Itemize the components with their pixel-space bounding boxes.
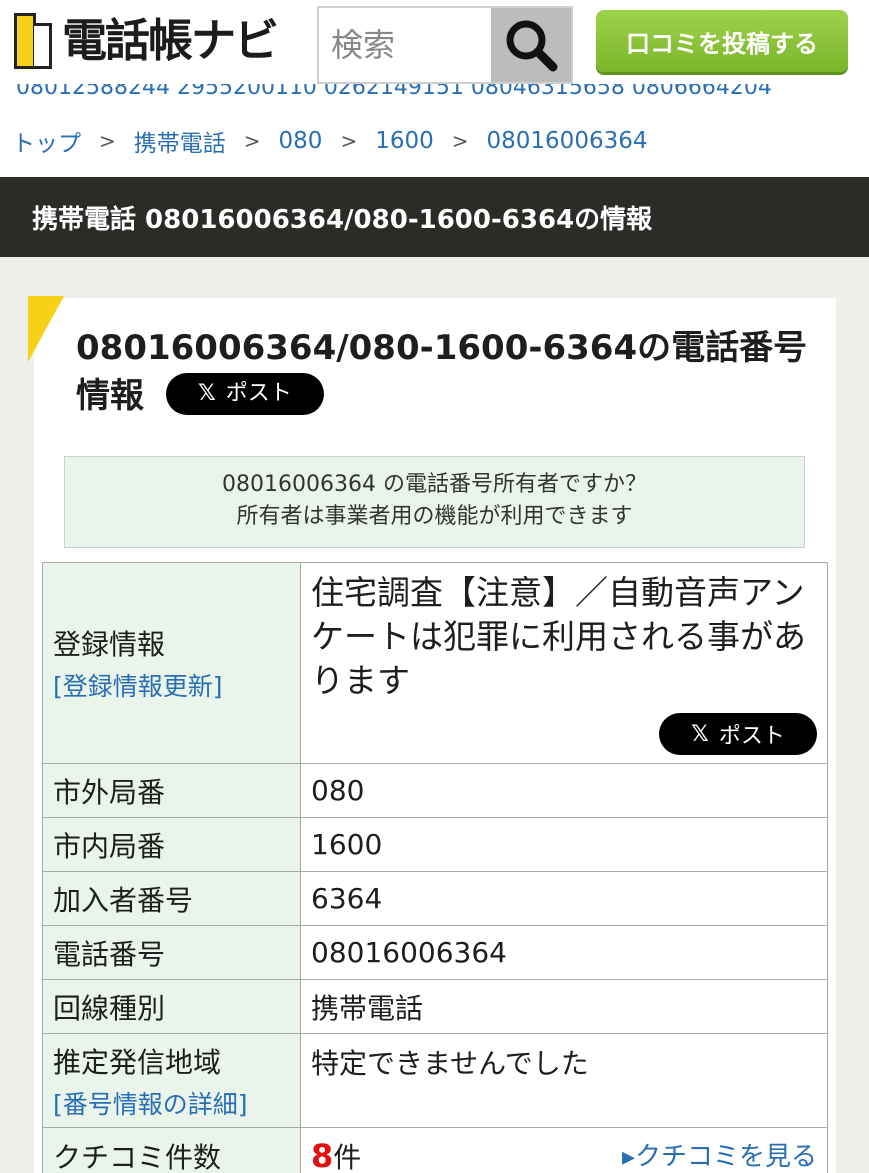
subscriber-value: 6364 <box>300 871 828 926</box>
table-row: 推定発信地域 [番号情報の詳細] 特定できませんでした <box>42 1033 828 1128</box>
region-key: 推定発信地域 <box>53 1045 222 1079</box>
registration-key-cell: 登録情報 [登録情報更新] <box>42 562 301 764</box>
area-code-value: 080 <box>300 763 828 818</box>
subscriber-key: 加入者番号 <box>42 871 301 926</box>
site-header: 電話帳ナビ 口コミを投稿する <box>0 0 869 92</box>
building-icon <box>8 9 60 71</box>
breadcrumb-number[interactable]: 08016006364 <box>487 128 648 154</box>
breadcrumb-separator: > <box>99 129 116 153</box>
x-logo-icon: 𝕏 <box>691 721 709 747</box>
review-count: 8 <box>311 1136 334 1173</box>
breadcrumb-local-code[interactable]: 1600 <box>375 128 434 154</box>
registration-value-cell: 住宅調査【注意】／自動音声アンケートは犯罪に利用される事があります 𝕏 ポスト <box>300 562 828 764</box>
breadcrumb: トップ > 携帯電話 > 080 > 1600 > 08016006364 <box>12 124 647 158</box>
registration-key: 登録情報 <box>53 628 166 661</box>
logo-text: 電話帳ナビ <box>62 13 279 67</box>
see-reviews-link[interactable]: ▸クチコミを見る <box>622 1136 817 1173</box>
line-type-value: 携帯電話 <box>300 979 828 1034</box>
search-button[interactable] <box>491 8 571 82</box>
table-row: 登録情報 [登録情報更新] 住宅調査【注意】／自動音声アンケートは犯罪に利用され… <box>42 562 828 764</box>
x-post-label: ポスト <box>718 724 785 749</box>
x-post-label: ポスト <box>225 380 292 406</box>
local-code-value: 1600 <box>300 817 828 872</box>
breadcrumb-separator: > <box>451 129 469 153</box>
region-key-cell: 推定発信地域 [番号情報の詳細] <box>42 1033 301 1128</box>
reviews-value-cell: 8件 ▸クチコミを見る <box>300 1127 828 1173</box>
breadcrumb-top[interactable]: トップ <box>12 124 81 158</box>
number-detail-link[interactable]: [番号情報の詳細] <box>53 1085 290 1121</box>
search-box <box>317 6 573 84</box>
breadcrumb-separator: > <box>243 129 261 153</box>
site-logo[interactable]: 電話帳ナビ <box>8 8 279 72</box>
row-post-wrap: 𝕏 ポスト <box>311 713 817 755</box>
card-title: 08016006364/080-1600-6364の電話番号情報 𝕏 ポスト <box>76 324 816 420</box>
number-info-card: 08016006364/080-1600-6364の電話番号情報 𝕏 ポスト 0… <box>28 296 836 1173</box>
line-type-key: 回線種別 <box>42 979 301 1034</box>
phone-number-link[interactable]: 08016006364 <box>300 925 828 980</box>
x-post-button[interactable]: 𝕏 ポスト <box>659 713 817 755</box>
post-review-button[interactable]: 口コミを投稿する <box>596 10 848 72</box>
registration-value: 住宅調査【注意】／自動音声アンケートは犯罪に利用される事があります <box>311 573 806 700</box>
phone-key: 電話番号 <box>42 925 301 980</box>
x-logo-icon: 𝕏 <box>197 380 216 406</box>
x-post-button[interactable]: 𝕏 ポスト <box>165 372 324 415</box>
table-row: 市外局番 080 <box>42 763 828 818</box>
breadcrumb-mobile[interactable]: 携帯電話 <box>134 124 226 158</box>
update-registration-link[interactable]: [登録情報更新] <box>53 667 290 703</box>
owner-notice-line1: 08016006364 の電話番号所有者ですか？ <box>222 472 647 497</box>
number-info-table: 登録情報 [登録情報更新] 住宅調査【注意】／自動音声アンケートは犯罪に利用され… <box>42 562 828 1173</box>
corner-accent <box>28 296 64 362</box>
table-row: 市内局番 1600 <box>42 817 828 872</box>
page-title: 携帯電話 08016006364/080-1600-6364の情報 <box>0 177 869 257</box>
reviews-key: クチコミ件数 <box>42 1127 301 1173</box>
search-icon <box>506 20 558 72</box>
local-code-key: 市内局番 <box>42 817 301 872</box>
table-row: クチコミ件数 8件 ▸クチコミを見る <box>42 1127 828 1173</box>
owner-notice[interactable]: 08016006364 の電話番号所有者ですか？ 所有者は事業者用の機能が利用で… <box>64 456 805 548</box>
table-row: 電話番号 08016006364 <box>42 925 828 980</box>
owner-notice-line2: 所有者は事業者用の機能が利用できます <box>236 504 633 529</box>
region-value: 特定できませんでした <box>300 1033 828 1128</box>
area-code-key: 市外局番 <box>42 763 301 818</box>
review-count-unit: 件 <box>333 1140 362 1173</box>
table-row: 回線種別 携帯電話 <box>42 979 828 1034</box>
search-input[interactable] <box>319 8 494 82</box>
breadcrumb-area-code[interactable]: 080 <box>279 128 323 154</box>
breadcrumb-separator: > <box>340 129 358 153</box>
recent-numbers-ticker[interactable]: 08012588244 2955200110 0262149151 080463… <box>16 84 869 108</box>
table-row: 加入者番号 6364 <box>42 871 828 926</box>
